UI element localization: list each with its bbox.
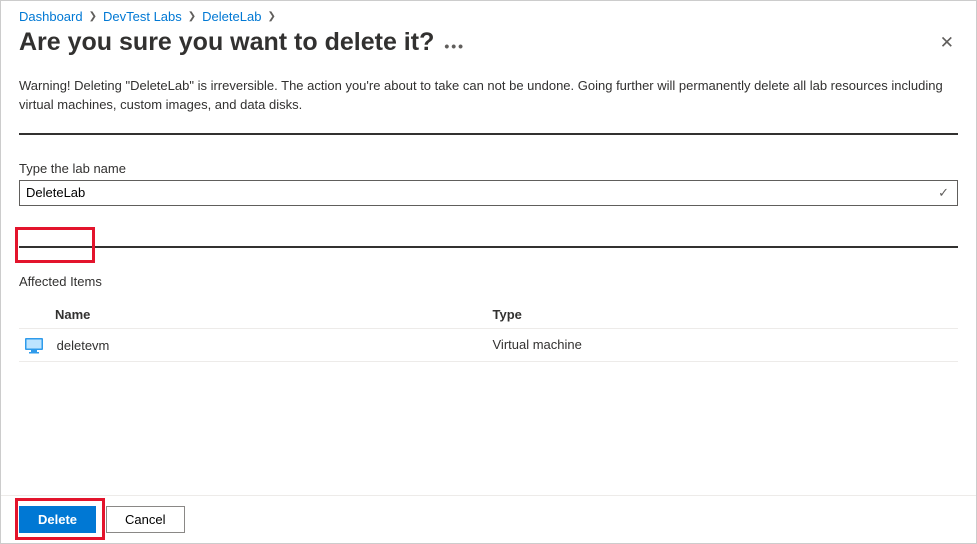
page-title-text: Are you sure you want to delete it? [19,28,434,57]
vm-icon [25,338,43,352]
lab-name-label: Type the lab name [19,161,958,176]
divider [19,133,958,135]
cancel-button[interactable]: Cancel [106,506,184,533]
close-icon: ✕ [940,33,954,52]
page-header: Are you sure you want to delete it? ••• … [1,24,976,77]
page-title: Are you sure you want to delete it? ••• [19,28,465,57]
content-area: Warning! Deleting "DeleteLab" is irrever… [1,77,976,362]
affected-items-table: Name Type deletevm Virtu [19,301,958,362]
breadcrumb-link[interactable]: Dashboard [19,9,83,24]
breadcrumb-link[interactable]: DeleteLab [202,9,261,24]
row-name: deletevm [57,338,110,353]
affected-items-title: Affected Items [19,274,958,289]
divider [19,246,958,248]
chevron-right-icon: ❯ [267,11,275,22]
check-icon: ✓ [938,185,949,201]
lab-name-input-wrapper: ✓ [19,180,958,206]
column-header-name[interactable]: Name [19,301,489,329]
breadcrumb-link[interactable]: DevTest Labs [103,9,182,24]
warning-message: Warning! Deleting "DeleteLab" is irrever… [19,77,958,115]
table-row[interactable]: deletevm Virtual machine [19,328,958,361]
delete-button[interactable]: Delete [19,506,96,533]
chevron-right-icon: ❯ [188,11,196,22]
row-type: Virtual machine [489,328,959,361]
close-button[interactable]: ✕ [936,30,958,55]
breadcrumb: Dashboard ❯ DevTest Labs ❯ DeleteLab ❯ [1,1,976,24]
footer: Delete Cancel [1,495,976,543]
more-icon[interactable]: ••• [444,38,465,54]
chevron-right-icon: ❯ [89,11,97,22]
column-header-type[interactable]: Type [489,301,959,329]
lab-name-input[interactable] [26,185,927,200]
